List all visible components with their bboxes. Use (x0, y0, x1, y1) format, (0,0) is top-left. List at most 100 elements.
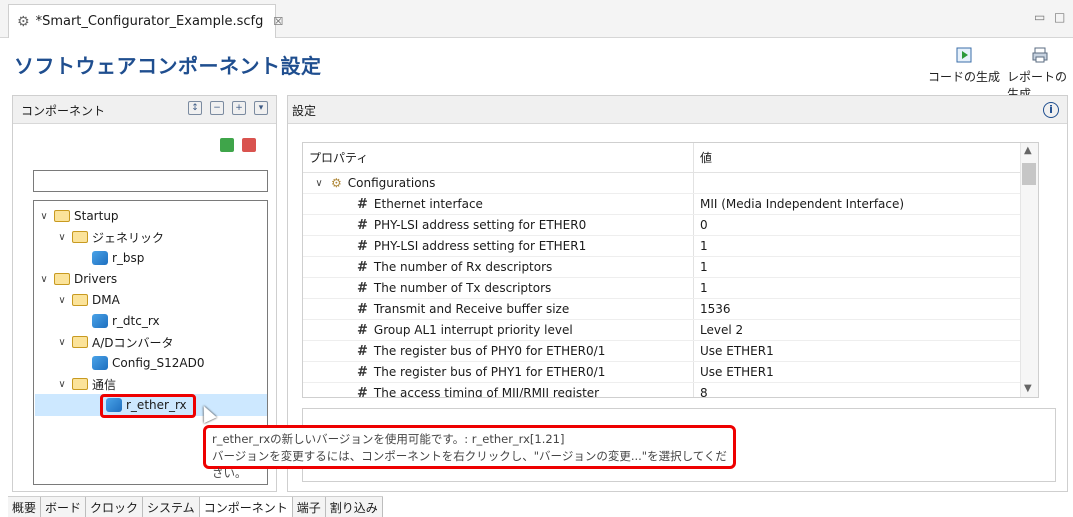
page-header: ソフトウェアコンポーネント設定 コードの生成 レポートの生成 (0, 38, 1073, 101)
table-row[interactable]: # PHY-LSI address setting for ETHER0 0 (303, 215, 1038, 236)
tree-node-label: Startup (74, 209, 119, 223)
tab-clock[interactable]: クロック (86, 497, 144, 517)
property-name: PHY-LSI address setting for ETHER1 (373, 239, 587, 253)
folder-icon (54, 273, 70, 285)
component-filter-input[interactable] (33, 170, 268, 192)
tree-node-label: ジェネリック (92, 230, 165, 245)
editor-tab[interactable]: ⚙ *Smart_Configurator_Example.scfg ☒ (8, 4, 283, 38)
property-value[interactable]: MII (Media Independent Interface) (694, 194, 1038, 214)
generate-code-icon (956, 47, 972, 63)
property-name: The access timing of MII/RMII register (373, 386, 600, 398)
printer-icon (1032, 47, 1048, 63)
component-update-icon (92, 314, 108, 328)
column-header-value: 値 (699, 151, 712, 165)
expand-all-icon[interactable]: + (232, 101, 246, 115)
close-icon[interactable]: ☒ (273, 15, 283, 28)
property-name: The register bus of PHY0 for ETHER0/1 (373, 344, 606, 358)
table-row[interactable]: # PHY-LSI address setting for ETHER1 1 (303, 236, 1038, 257)
table-row[interactable]: # The number of Rx descriptors 1 (303, 257, 1038, 278)
gear-icon: ⚙ (331, 176, 342, 190)
table-row[interactable]: # Transmit and Receive buffer size 1536 (303, 299, 1038, 320)
property-name: The number of Rx descriptors (373, 260, 553, 274)
component-update-icon (106, 398, 122, 412)
generate-report-button[interactable]: レポートの生成 (1007, 46, 1073, 102)
property-value[interactable]: 1536 (694, 299, 1038, 319)
property-value[interactable]: 8 (694, 383, 1038, 397)
chevron-down-icon[interactable]: ∨ (38, 211, 50, 222)
table-row-group[interactable]: ∨ ⚙ Configurations (303, 173, 1038, 194)
tooltip-line-1: r_ether_rxの新しいバージョンを使用可能です。: r_ether_rx[… (212, 432, 565, 446)
tree-node-communication[interactable]: ∨ 通信 (56, 373, 116, 395)
scroll-up-icon[interactable]: ▲ (1024, 145, 1032, 156)
add-component-icon[interactable] (220, 138, 234, 152)
property-value[interactable]: Use ETHER1 (694, 362, 1038, 382)
scroll-down-icon[interactable]: ▼ (1024, 383, 1032, 394)
tree-node-config-s12ad0[interactable]: Config_S12AD0 (92, 352, 204, 374)
chevron-down-icon[interactable]: ∨ (56, 295, 68, 306)
property-name: The number of Tx descriptors (373, 281, 552, 295)
property-value[interactable]: 1 (694, 257, 1038, 277)
tab-board[interactable]: ボード (41, 497, 87, 517)
tree-node-label: Config_S12AD0 (112, 356, 205, 370)
generate-code-button[interactable]: コードの生成 (928, 46, 1000, 85)
property-value[interactable]: 1 (694, 278, 1038, 298)
tree-node-dma[interactable]: ∨ DMA (56, 289, 120, 311)
generate-code-label: コードの生成 (928, 70, 1001, 84)
minimize-icon[interactable]: ▭ (1034, 10, 1045, 24)
tree-node-r-dtc-rx[interactable]: r_dtc_rx (92, 310, 160, 332)
remove-component-icon[interactable] (242, 138, 256, 152)
table-row[interactable]: # The access timing of MII/RMII register 8 (303, 383, 1038, 398)
property-value[interactable]: 1 (694, 236, 1038, 256)
tree-node-label: r_bsp (112, 251, 145, 265)
view-menu-icon[interactable]: ▾ (254, 101, 268, 115)
tree-node-r-bsp[interactable]: r_bsp (92, 247, 144, 269)
collapse-all-icon[interactable]: − (210, 101, 224, 115)
property-icon: # (357, 238, 368, 254)
tree-node-ad-converter[interactable]: ∨ A/Dコンバータ (56, 331, 173, 353)
tab-overview[interactable]: 概要 (8, 497, 42, 517)
folder-icon (72, 336, 88, 348)
property-name: Group AL1 interrupt priority level (373, 323, 573, 337)
property-name: PHY-LSI address setting for ETHER0 (373, 218, 587, 232)
tree-node-label: r_ether_rx (126, 398, 187, 412)
property-value[interactable]: Use ETHER1 (694, 341, 1038, 361)
table-row[interactable]: # The number of Tx descriptors 1 (303, 278, 1038, 299)
tab-components[interactable]: コンポーネント (199, 497, 293, 517)
property-icon: # (357, 343, 368, 359)
chevron-down-icon[interactable]: ∨ (313, 178, 325, 189)
property-icon: # (357, 217, 368, 233)
tree-node-drivers[interactable]: ∨ Drivers (38, 268, 117, 290)
tree-node-generic[interactable]: ∨ ジェネリック (56, 226, 164, 248)
maximize-icon[interactable]: □ (1054, 10, 1065, 24)
sort-icon[interactable]: ↕ (188, 101, 202, 115)
property-value[interactable]: 0 (694, 215, 1038, 235)
scrollbar-thumb[interactable] (1022, 163, 1036, 185)
tree-node-label: DMA (92, 293, 120, 307)
table-row[interactable]: # The register bus of PHY0 for ETHER0/1 Us… (303, 341, 1038, 362)
tab-interrupts[interactable]: 割り込み (325, 497, 383, 517)
page-title: ソフトウェアコンポーネント設定 (14, 54, 322, 78)
property-name: Transmit and Receive buffer size (373, 302, 570, 316)
gear-icon: ⚙ (17, 13, 30, 30)
tab-system[interactable]: システム (143, 497, 200, 517)
property-icon: # (357, 364, 368, 380)
chevron-down-icon[interactable]: ∨ (38, 274, 50, 285)
chevron-down-icon[interactable]: ∨ (56, 379, 68, 390)
table-row[interactable]: # Ethernet interface MII (Media Independen… (303, 194, 1038, 215)
table-row[interactable]: # Group AL1 interrupt priority level Level… (303, 320, 1038, 341)
chevron-down-icon[interactable]: ∨ (56, 337, 68, 348)
component-icon (92, 251, 108, 265)
tree-node-startup[interactable]: ∨ Startup (38, 205, 119, 227)
tree-node-r-ether-rx[interactable]: r_ether_rx (106, 394, 187, 416)
version-tooltip: r_ether_rxの新しいバージョンを使用可能です。: r_ether_rx[… (203, 425, 736, 480)
table-row[interactable]: # The register bus of PHY1 for ETHER0/1 Us… (303, 362, 1038, 383)
tree-node-label: Drivers (74, 272, 118, 286)
tree-node-label: r_dtc_rx (112, 314, 160, 328)
component-actions (220, 138, 256, 152)
vertical-scrollbar[interactable]: ▲ ▼ (1020, 143, 1038, 397)
property-value[interactable]: Level 2 (694, 320, 1038, 340)
tab-pins[interactable]: 端子 (292, 497, 326, 517)
info-icon[interactable]: i (1043, 102, 1059, 118)
group-label: Configurations (347, 176, 436, 190)
chevron-down-icon[interactable]: ∨ (56, 232, 68, 243)
